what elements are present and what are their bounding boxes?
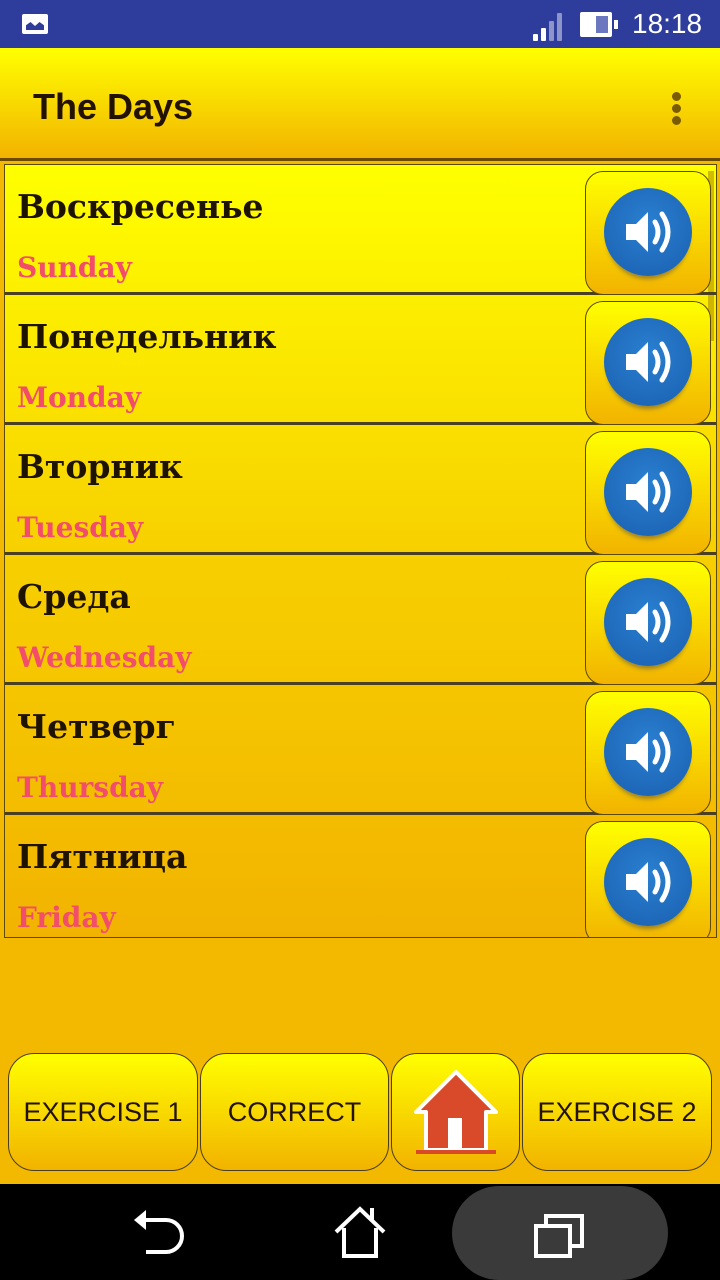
days-list[interactable]: Воскресенье Sunday Понедельник Monday Вторни… (4, 164, 717, 938)
play-sound-button[interactable] (585, 431, 711, 555)
battery-icon (580, 12, 618, 37)
page-title: The Days (33, 86, 194, 127)
play-sound-button[interactable] (585, 821, 711, 937)
exercise-2-button[interactable]: EXERCISE 2 (522, 1053, 712, 1171)
back-icon[interactable] (132, 1208, 188, 1258)
english-word: Thursday (17, 771, 164, 804)
exercise-1-button[interactable]: EXERCISE 1 (8, 1053, 198, 1171)
speaker-icon (604, 578, 692, 666)
speaker-icon (604, 838, 692, 926)
russian-word: Воскресенье (17, 187, 264, 226)
home-icon (413, 1070, 498, 1154)
list-item[interactable]: Четверг Thursday (5, 685, 716, 815)
play-sound-button[interactable] (585, 561, 711, 685)
status-bar: 18:18 (0, 0, 720, 48)
correct-button[interactable]: CORRECT (200, 1053, 389, 1171)
russian-word: Среда (17, 577, 131, 616)
overflow-menu-icon[interactable] (668, 92, 684, 128)
list-item[interactable]: Понедельник Monday (5, 295, 716, 425)
speaker-icon (604, 708, 692, 796)
home-button[interactable] (391, 1053, 520, 1171)
play-sound-button[interactable] (585, 171, 711, 295)
play-sound-button[interactable] (585, 301, 711, 425)
play-sound-button[interactable] (585, 691, 711, 815)
speaker-icon (604, 448, 692, 536)
home-nav-icon[interactable] (332, 1206, 388, 1260)
speaker-icon (604, 188, 692, 276)
russian-word: Понедельник (17, 317, 277, 356)
recents-icon[interactable] (532, 1212, 588, 1258)
list-item[interactable]: Воскресенье Sunday (5, 165, 716, 295)
speaker-icon (604, 318, 692, 406)
russian-word: Вторник (17, 447, 183, 486)
list-item[interactable]: Пятница Friday (5, 815, 716, 937)
list-item[interactable]: Вторник Tuesday (5, 425, 716, 555)
english-word: Wednesday (17, 641, 192, 674)
english-word: Tuesday (17, 511, 144, 544)
english-word: Friday (17, 901, 116, 934)
clock: 18:18 (632, 8, 703, 39)
list-item[interactable]: Среда Wednesday (5, 555, 716, 685)
navigation-bar (0, 1184, 720, 1280)
russian-word: Четверг (17, 707, 176, 746)
russian-word: Пятница (17, 837, 188, 876)
gallery-icon (22, 14, 48, 34)
english-word: Sunday (17, 251, 132, 284)
bottom-toolbar: EXERCISE 1 CORRECT EXERCISE 2 (0, 1050, 720, 1175)
english-word: Monday (17, 381, 142, 414)
app-bar: The Days (0, 48, 720, 161)
signal-icon (533, 13, 565, 41)
